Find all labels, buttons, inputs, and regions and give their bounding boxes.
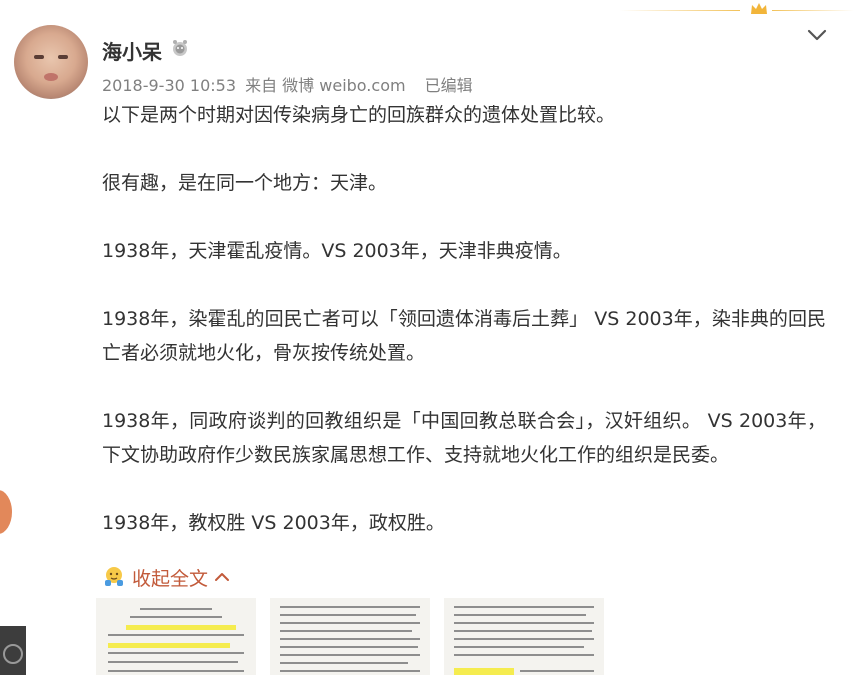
chevron-down-icon[interactable] — [805, 25, 829, 45]
collapse-button[interactable]: 收起全文 — [102, 562, 230, 592]
arrow-icon — [3, 644, 23, 664]
avatar-detail — [34, 55, 44, 59]
thumbnail-text-line — [140, 608, 212, 610]
thumbnail-text-line — [454, 646, 584, 648]
thumbnail-text-line — [280, 662, 408, 664]
image-thumbnail[interactable] — [444, 598, 604, 675]
thumbnail-text-line — [454, 630, 592, 632]
crown-icon — [751, 3, 767, 14]
post-meta: 2018-9-30 10:53 来自 微博 weibo.com 已编辑 — [102, 72, 477, 96]
deco-line — [772, 10, 854, 11]
thumbnail-text-line — [280, 614, 416, 616]
vip-badge-icon[interactable] — [170, 38, 190, 58]
avatar[interactable] — [14, 25, 88, 99]
side-floating-button[interactable] — [0, 490, 12, 534]
image-thumbnail-partial[interactable] — [0, 626, 26, 675]
avatar-detail — [44, 73, 58, 81]
thumbnail-text-line — [108, 643, 230, 648]
thumbnail-text-line — [280, 622, 420, 624]
image-thumbnail[interactable] — [96, 598, 256, 675]
thumbnail-text-line — [108, 661, 238, 663]
thumbnail-text-line — [280, 638, 420, 640]
thumbnail-text-line — [126, 625, 236, 630]
post-paragraph: 1938年，天津霍乱疫情。VS 2003年，天津非典疫情。 — [102, 240, 572, 262]
thumbnail-text-line — [108, 652, 244, 654]
thumbnail-text-line — [130, 616, 222, 618]
hand-emoji-icon — [105, 567, 123, 586]
post-paragraph: 1938年，染霍乱的回民亡者可以「领回遗体消毒后土葬」 VS 2003年，染非典… — [102, 308, 826, 364]
username[interactable]: 海小呆 — [102, 36, 162, 65]
thumbnail-text-line — [454, 622, 594, 624]
deco-line — [620, 10, 740, 11]
thumbnail-text-line — [280, 646, 418, 648]
image-thumbnail[interactable] — [270, 598, 430, 675]
collapse-label: 收起全文 — [132, 567, 209, 590]
chevron-up-icon — [215, 573, 230, 581]
thumbnail-text-line — [280, 670, 420, 672]
thumbnail-text-line — [454, 606, 594, 608]
post-body: 以下是两个时期对因传染病身亡的回族群众的遗体处置比较。 很有趣，是在同一个地方：… — [102, 98, 826, 574]
thumbnail-text-line — [454, 638, 594, 640]
thumbnail-text-line — [454, 614, 586, 616]
post-paragraph: 很有趣，是在同一个地方：天津。 — [102, 172, 388, 194]
top-decoration — [620, 0, 854, 20]
post-paragraph: 1938年，同政府谈判的回教组织是「中国回教总联合会」，汉奸组织。 VS 200… — [102, 410, 826, 466]
thumbnail-text-line — [280, 630, 412, 632]
thumbnail-text-line — [108, 670, 244, 672]
thumbnail-text-line — [280, 606, 420, 608]
post-source[interactable]: 来自 微博 weibo.com — [245, 76, 405, 95]
thumbnail-text-line — [108, 634, 244, 636]
thumbnail-text-line — [454, 654, 594, 656]
thumbnail-text-line — [280, 654, 420, 656]
edited-label[interactable]: 已编辑 — [425, 76, 473, 95]
avatar-detail — [58, 55, 68, 59]
post-time[interactable]: 2018-9-30 10:53 — [102, 76, 236, 95]
thumbnail-text-line — [520, 670, 594, 672]
thumbnail-text-line — [454, 668, 514, 675]
post-paragraph: 1938年，教权胜 VS 2003年，政权胜。 — [102, 512, 445, 534]
post-paragraph: 以下是两个时期对因传染病身亡的回族群众的遗体处置比较。 — [102, 104, 616, 126]
